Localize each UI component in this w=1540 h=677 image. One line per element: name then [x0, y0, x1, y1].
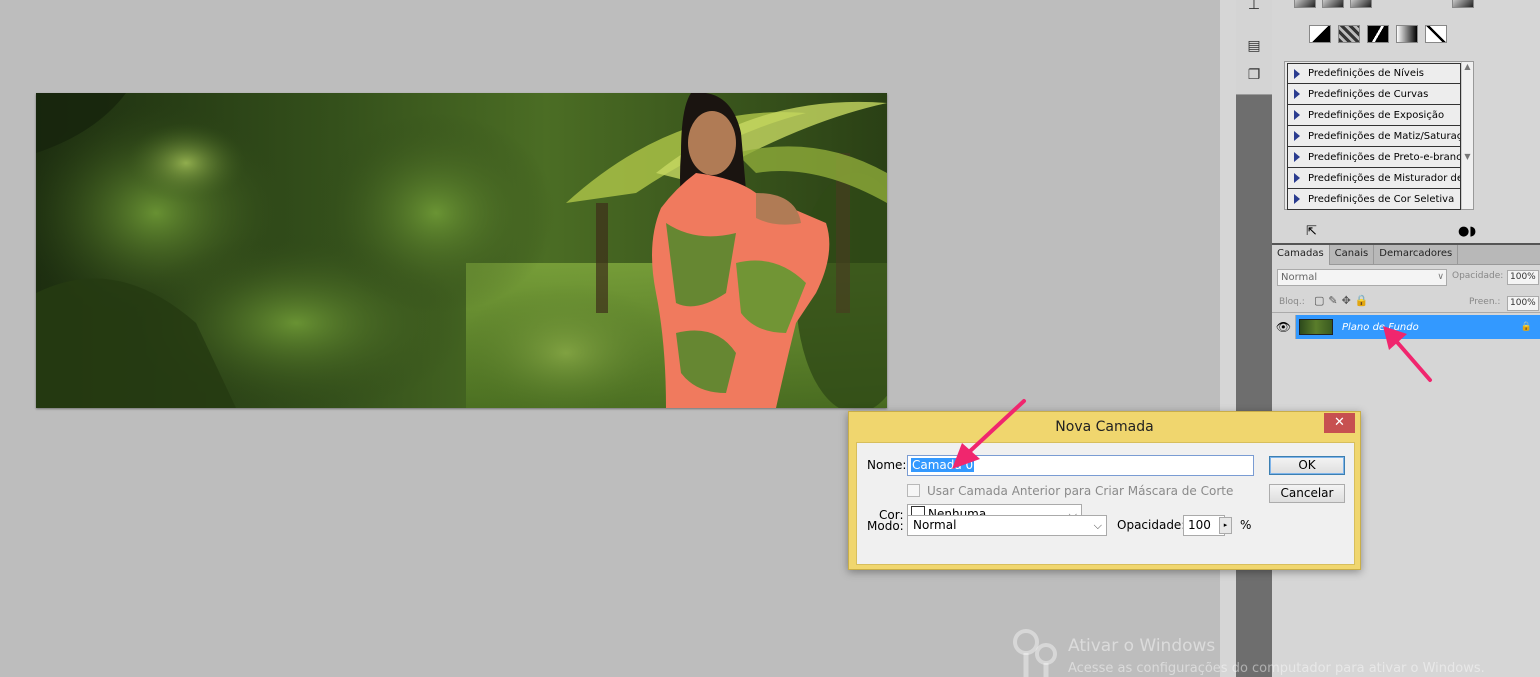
expand-triangle-icon [1294, 194, 1300, 204]
canvas-photo[interactable] [36, 93, 887, 408]
gradient-map-icon[interactable] [1396, 25, 1418, 43]
expand-triangle-icon [1294, 110, 1300, 120]
eye-icon[interactable]: 👁 [1272, 315, 1296, 339]
threshold-icon[interactable] [1367, 25, 1389, 43]
adjustment-list-scrollbar[interactable]: ▲ ▼ [1461, 62, 1473, 209]
opacity-stepper-icon[interactable]: ▸ [1219, 517, 1232, 534]
preset-black-white[interactable]: Predefinições de Preto-e-branco [1287, 147, 1461, 168]
layer-opacity-field[interactable]: 100% [1507, 270, 1539, 285]
tab-channels[interactable]: Canais [1330, 245, 1375, 265]
levels-adjust-icon[interactable] [1294, 0, 1316, 8]
fill-label: Preen.: [1469, 297, 1501, 307]
mode-select[interactable]: Normal ⌵ [907, 515, 1107, 536]
dialog-body: Nome: Camada 0 Usar Camada Anterior para… [856, 442, 1355, 565]
blend-mode-select[interactable]: Normal ∨ [1277, 269, 1447, 286]
layer-name[interactable]: Plano de Fundo [1342, 322, 1521, 333]
posterize-icon[interactable] [1338, 25, 1360, 43]
stamp-icon[interactable]: ⊥ [1245, 0, 1263, 14]
tab-layers[interactable]: Camadas [1272, 245, 1330, 265]
clip-mask-label: Usar Camada Anterior para Criar Máscara … [927, 484, 1234, 498]
curves-adjust-icon[interactable] [1322, 0, 1344, 8]
new-layer-dialog: Nova Camada ✕ Nome: Camada 0 Usar Camada… [848, 411, 1361, 570]
preset-exposure[interactable]: Predefinições de Exposição [1287, 105, 1461, 126]
layer-thumbnail [1299, 319, 1333, 335]
watermark-title: Ativar o Windows [1068, 636, 1216, 656]
invert-icon[interactable] [1309, 25, 1331, 43]
return-to-list-icon[interactable]: ⇱ [1306, 224, 1317, 239]
close-icon[interactable]: ✕ [1324, 413, 1355, 433]
layer-row-background[interactable]: 👁 Plano de Fundo 🔒 [1272, 315, 1540, 339]
preset-levels[interactable]: Predefinições de Níveis [1287, 63, 1461, 84]
layer-tabs: Camadas Canais Demarcadores [1272, 245, 1540, 265]
preset-channel-mixer[interactable]: Predefinições de Misturador de ... [1287, 168, 1461, 189]
preset-curves[interactable]: Predefinições de Curvas [1287, 84, 1461, 105]
mode-label: Modo: [867, 519, 904, 533]
right-panels: Predefinições de Níveis Predefinições de… [1272, 0, 1540, 677]
panel-icon-group: ⊥ ▤ ❐ [1236, 0, 1272, 95]
ok-button[interactable]: OK [1269, 456, 1345, 475]
lock-icon: 🔒 [1520, 322, 1532, 332]
opacity-unit: % [1240, 518, 1252, 532]
preset-hue-saturation[interactable]: Predefinições de Matiz/Saturação [1287, 126, 1461, 147]
expand-triangle-icon [1294, 68, 1300, 79]
exposure-adjust-icon[interactable] [1350, 0, 1372, 8]
adjustment-icons [1272, 0, 1540, 60]
watermark-subtitle: Acesse as configurações do computador pa… [1068, 661, 1485, 676]
name-label: Nome: [867, 458, 907, 472]
clip-mask-checkbox[interactable] [907, 484, 920, 497]
name-field[interactable]: Camada 0 [907, 455, 1254, 476]
adjustment-presets-list: Predefinições de Níveis Predefinições de… [1284, 61, 1474, 210]
document-icon[interactable]: ▤ [1245, 37, 1263, 55]
selective-color-icon[interactable] [1425, 25, 1447, 43]
opacity-label: Opacidade: [1117, 518, 1186, 532]
layer-controls: Normal ∨ Opacidade: 100% Bloq.: ▢✎✥🔒 Pre… [1272, 265, 1540, 313]
adjustment-footer: ⇱ ●◗ [1272, 222, 1540, 242]
dock-divider[interactable] [1220, 0, 1236, 677]
dialog-title: Nova Camada [1055, 419, 1154, 435]
chevron-down-icon: ∨ [1437, 272, 1444, 282]
expand-triangle-icon [1294, 89, 1300, 99]
photo-render [36, 93, 887, 408]
panel-icon-strip: ⊥ ▤ ❐ [1236, 0, 1272, 677]
lock-label: Bloq.: [1279, 297, 1305, 307]
opacity-label: Opacidade: [1452, 271, 1504, 281]
expand-triangle-icon [1294, 173, 1300, 183]
preset-selective-color[interactable]: Predefinições de Cor Seletiva [1287, 189, 1461, 210]
tab-paths[interactable]: Demarcadores [1374, 245, 1459, 265]
photo-filter-icon[interactable] [1452, 0, 1474, 8]
chevron-down-icon: ⌵ [1093, 519, 1102, 532]
expand-triangle-icon [1294, 152, 1300, 162]
cancel-button[interactable]: Cancelar [1269, 484, 1345, 503]
toggle-visibility-icon[interactable]: ●◗ [1458, 224, 1476, 239]
key-icon [1013, 629, 1057, 677]
expand-triangle-icon [1294, 131, 1300, 141]
clone-source-icon[interactable]: ❐ [1245, 66, 1263, 84]
lock-icons[interactable]: ▢✎✥🔒 [1314, 294, 1373, 307]
layer-fill-field[interactable]: 100% [1507, 296, 1539, 311]
activation-watermark: Ativar o Windows Acesse as configurações… [1012, 628, 1540, 677]
